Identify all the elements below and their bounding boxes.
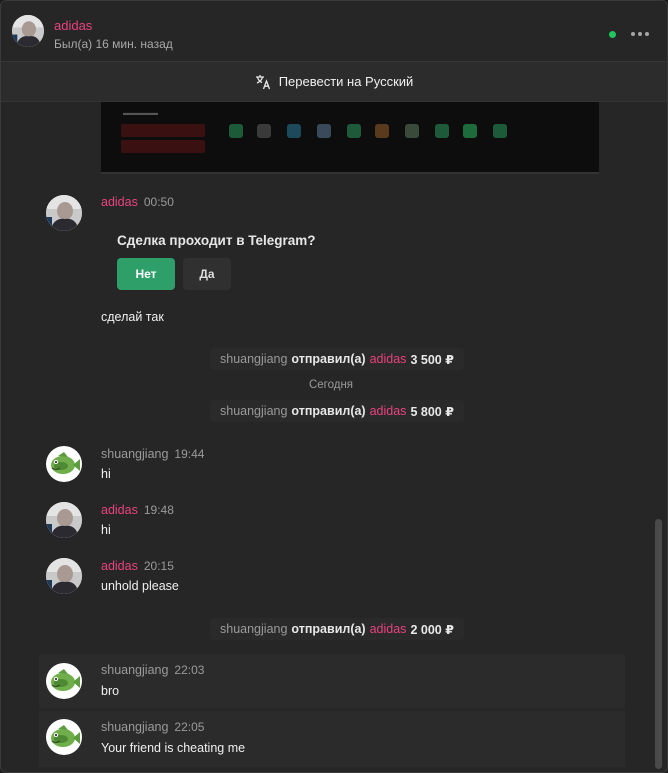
answer-no-button[interactable]: Нет: [117, 258, 175, 290]
message-time: 22:03: [174, 663, 205, 677]
payment-notice: shuangjiang отправил(а) adidas 3 500 ₽: [210, 348, 464, 370]
message-group: shuangjiang 19:44 hi: [1, 445, 653, 493]
avatar[interactable]: [46, 446, 82, 482]
message-author[interactable]: adidas: [101, 195, 138, 209]
message-text: hi: [101, 467, 111, 481]
avatar[interactable]: [46, 663, 82, 699]
contact-name[interactable]: adidas: [54, 18, 92, 33]
chat-window: adidas Был(а) 16 мин. назад Перевести на…: [0, 0, 668, 773]
message-author[interactable]: shuangjiang: [101, 447, 168, 461]
message-text: hi: [101, 523, 111, 537]
message-time: 00:50: [143, 195, 174, 209]
avatar[interactable]: [46, 502, 82, 538]
chat-scrollbar[interactable]: [655, 519, 662, 769]
message-text: сделай так: [101, 310, 164, 324]
message-time: 19:48: [143, 503, 174, 517]
more-dots-icon: [631, 32, 635, 36]
attached-image-preview[interactable]: ▬▬▬▬▬: [101, 102, 599, 174]
avatar[interactable]: [46, 558, 82, 594]
last-seen-status: Был(а) 16 мин. назад: [54, 37, 173, 51]
payment-notice: shuangjiang отправил(а) adidas 2 000 ₽: [210, 618, 464, 640]
message-group: adidas 00:50: [1, 192, 653, 302]
message-author[interactable]: adidas: [101, 559, 138, 573]
message-author[interactable]: adidas: [101, 503, 138, 517]
translate-label: Перевести на Русский: [278, 74, 414, 89]
chat-header: adidas Был(а) 16 мин. назад: [1, 1, 667, 61]
message-group: adidas 20:15 unhold please: [1, 557, 653, 605]
translate-button[interactable]: Перевести на Русский: [1, 62, 667, 102]
message-text: Your friend is cheating me: [101, 741, 246, 755]
message-author[interactable]: shuangjiang: [101, 663, 168, 677]
message-text: bro: [101, 684, 120, 698]
online-status-dot: [609, 31, 616, 38]
message-list: ▬▬▬▬▬ adidas 00:50 Сделка проходит в Tele…: [1, 102, 653, 772]
answer-yes-button[interactable]: Да: [183, 258, 231, 290]
message-time: 22:05: [174, 720, 205, 734]
avatar[interactable]: [12, 15, 44, 47]
message-group: adidas 19:48 hi: [1, 501, 653, 549]
message-time: 20:15: [143, 559, 174, 573]
deal-question: Сделка проходит в Telegram?: [117, 233, 316, 248]
avatar[interactable]: [46, 195, 82, 231]
message-text: unhold please: [101, 579, 179, 593]
translate-icon: [255, 74, 270, 89]
message-author[interactable]: shuangjiang: [101, 720, 168, 734]
message-group: shuangjiang 22:05 Your friend is cheating…: [39, 711, 625, 767]
date-separator: Сегодня: [308, 379, 354, 391]
message-time: 19:44: [174, 447, 205, 461]
payment-notice: shuangjiang отправил(а) adidas 5 800 ₽: [210, 400, 464, 422]
avatar[interactable]: [46, 719, 82, 755]
more-options-button[interactable]: [629, 27, 651, 41]
message-row: сделай так: [1, 310, 653, 330]
message-group: shuangjiang 22:03 bro: [39, 654, 625, 708]
